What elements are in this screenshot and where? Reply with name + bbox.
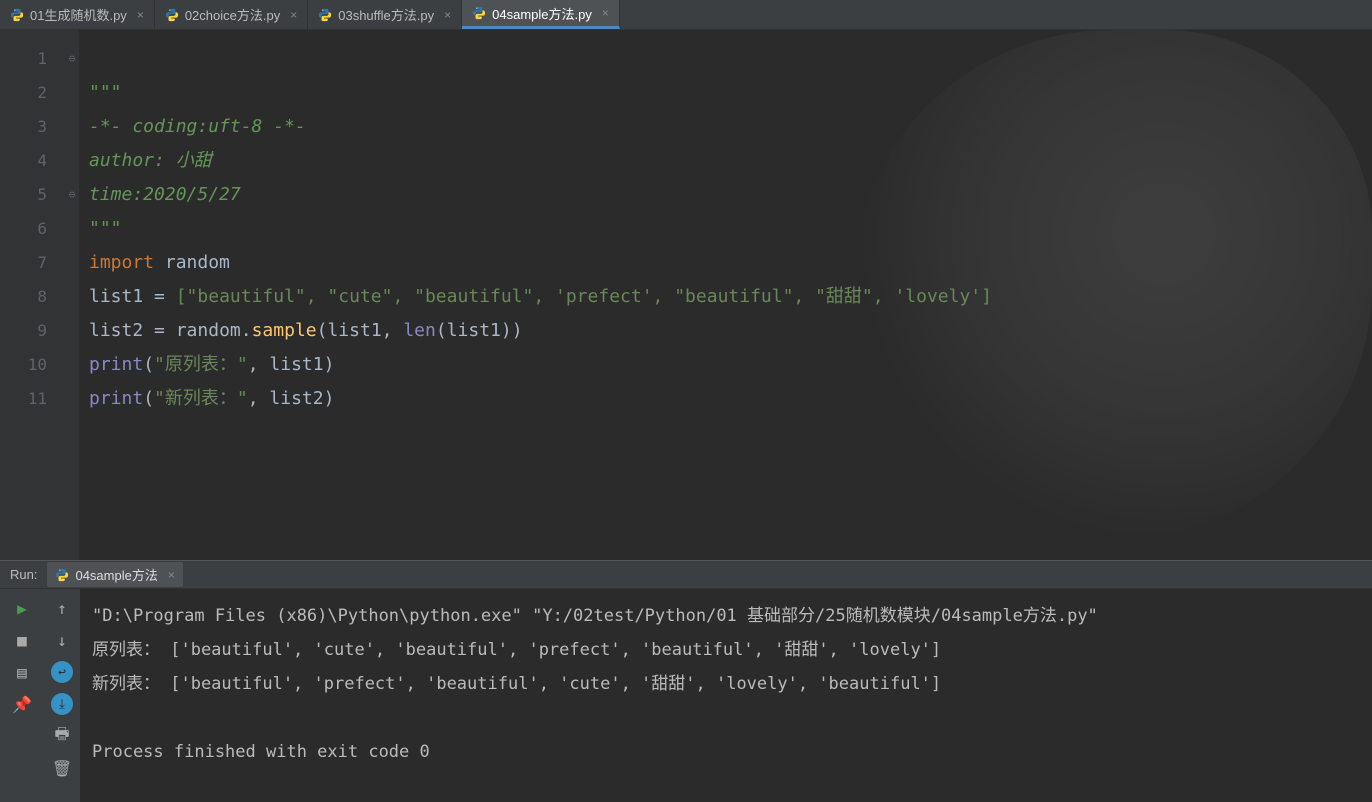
run-panel: Run: 04sample方法 × ▶ ■ ▤ 📌 ↑ ↓ ↩ ⤓ 🖶 🗑 "D…: [0, 560, 1372, 802]
code-editor[interactable]: 1 2 3 4 5 6 7 8 9 10 11 ⊖ ⊖ """ -*- codi…: [0, 30, 1372, 560]
output-line: 原列表： ['beautiful', 'cute', 'beautiful', …: [92, 640, 941, 660]
fold-column: ⊖ ⊖: [65, 30, 79, 560]
line-number: 9: [0, 314, 47, 348]
line-number: 8: [0, 280, 47, 314]
close-icon[interactable]: ×: [444, 8, 451, 22]
python-icon: [10, 8, 24, 22]
down-button[interactable]: ↓: [51, 629, 73, 651]
run-config-tab[interactable]: 04sample方法 ×: [47, 562, 182, 587]
line-number: 3: [0, 110, 47, 144]
code-line: -*- coding:uft-8 -*-: [89, 116, 306, 137]
tab-02[interactable]: 02choice方法.py ×: [155, 0, 308, 29]
python-icon: [318, 8, 332, 22]
tab-label: 02choice方法.py: [185, 5, 280, 24]
line-number: 4: [0, 144, 47, 178]
line-number: 6: [0, 212, 47, 246]
code-line: author: 小甜: [89, 150, 212, 171]
stop-button[interactable]: ■: [11, 629, 33, 651]
fold-open-icon[interactable]: ⊖: [65, 42, 79, 76]
line-number: 7: [0, 246, 47, 280]
layout-button[interactable]: ▤: [11, 661, 33, 683]
python-icon: [472, 6, 486, 20]
editor-tabs: 01生成随机数.py × 02choice方法.py × 03shuffle方法…: [0, 0, 1372, 30]
run-button[interactable]: ▶: [11, 597, 33, 619]
fold-close-icon[interactable]: ⊖: [65, 178, 79, 212]
tab-04[interactable]: 04sample方法.py ×: [462, 0, 620, 29]
soft-wrap-button[interactable]: ↩: [51, 661, 73, 683]
code-keyword: import: [89, 252, 154, 273]
run-output[interactable]: "D:\Program Files (x86)\Python\python.ex…: [80, 589, 1372, 802]
code-var: list1: [89, 286, 143, 307]
tab-01[interactable]: 01生成随机数.py ×: [0, 0, 155, 29]
line-number: 11: [0, 382, 47, 416]
code-body[interactable]: """ -*- coding:uft-8 -*- author: 小甜 time…: [79, 30, 1372, 560]
code-var: list2: [89, 320, 143, 341]
run-toolbar-right: ↑ ↓ ↩ ⤓ 🖶 🗑: [44, 589, 80, 802]
code-module: random: [165, 252, 230, 273]
close-icon[interactable]: ×: [290, 8, 297, 22]
run-tab-label: 04sample方法: [75, 565, 157, 584]
run-header: Run: 04sample方法 ×: [0, 561, 1372, 589]
line-gutter: 1 2 3 4 5 6 7 8 9 10 11: [0, 30, 65, 560]
run-toolbar-left: ▶ ■ ▤ 📌: [0, 589, 44, 802]
line-number: 5: [0, 178, 47, 212]
output-line: "D:\Program Files (x86)\Python\python.ex…: [92, 606, 1098, 626]
up-button[interactable]: ↑: [51, 597, 73, 619]
python-icon: [55, 568, 69, 582]
close-icon[interactable]: ×: [137, 8, 144, 22]
code-line: """: [89, 218, 122, 239]
tab-label: 03shuffle方法.py: [338, 5, 434, 24]
print-button[interactable]: 🖶: [51, 725, 73, 747]
line-number: 2: [0, 76, 47, 110]
trash-button[interactable]: 🗑: [51, 757, 73, 779]
tab-label: 01生成随机数.py: [30, 5, 127, 24]
close-icon[interactable]: ×: [168, 568, 175, 582]
scroll-end-button[interactable]: ⤓: [51, 693, 73, 715]
close-icon[interactable]: ×: [602, 6, 609, 20]
output-line: Process finished with exit code 0: [92, 742, 430, 762]
code-list: ["beautiful", "cute", "beautiful", 'pref…: [176, 286, 992, 307]
tab-03[interactable]: 03shuffle方法.py ×: [308, 0, 462, 29]
python-icon: [165, 8, 179, 22]
code-line: time:2020/5/27: [89, 184, 241, 205]
run-label: Run:: [10, 567, 37, 582]
code-line: """: [89, 82, 122, 103]
line-number: 1: [0, 42, 47, 76]
tab-label: 04sample方法.py: [492, 4, 592, 23]
output-line: 新列表： ['beautiful', 'prefect', 'beautiful…: [92, 674, 941, 694]
pin-button[interactable]: 📌: [11, 693, 33, 715]
line-number: 10: [0, 348, 47, 382]
